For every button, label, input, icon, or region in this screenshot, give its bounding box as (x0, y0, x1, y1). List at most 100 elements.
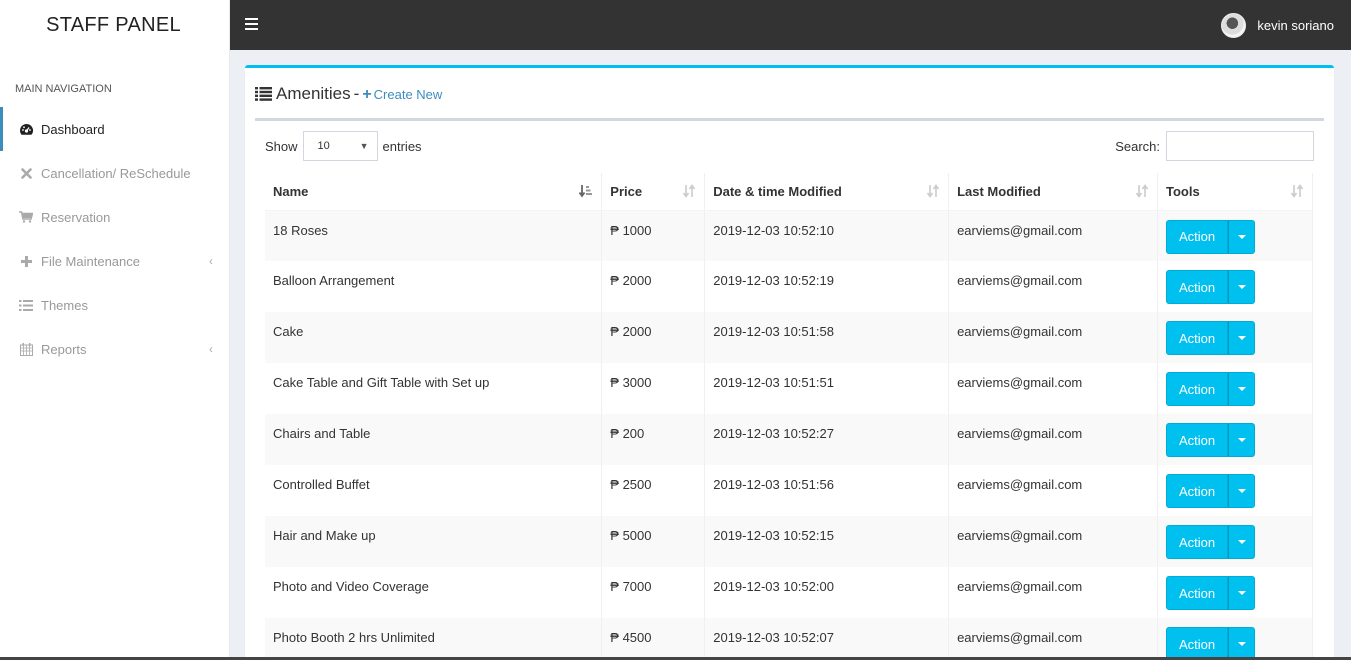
cell-name: Photo and Video Coverage (265, 567, 603, 618)
entries-select[interactable]: 10 ▼ (302, 131, 378, 161)
action-button[interactable]: Action (1166, 627, 1229, 660)
search-input[interactable] (1166, 131, 1314, 161)
sidebar-item-file-maintenance[interactable]: File Maintenance ‹ (0, 239, 229, 283)
action-button[interactable]: Action (1166, 576, 1229, 610)
action-button-group: Action (1166, 321, 1256, 355)
action-dropdown-toggle[interactable] (1228, 372, 1256, 406)
cell-name: Cake (265, 312, 603, 363)
cell-last-modified: earviems@gmail.com (948, 618, 1159, 660)
cell-date: 2019-12-03 10:52:00 (704, 567, 950, 618)
action-button[interactable]: Action (1166, 372, 1229, 406)
cell-price: ₱ 2500 (601, 465, 706, 516)
action-button-group: Action (1166, 219, 1256, 254)
caret-down-icon (1237, 234, 1246, 239)
cell-date: 2019-12-03 10:52:07 (704, 618, 950, 660)
column-header-price[interactable]: Price (601, 173, 706, 211)
action-dropdown-toggle[interactable] (1228, 576, 1256, 610)
sort-both-icon (1290, 184, 1304, 198)
cell-name: Hair and Make up (265, 516, 603, 567)
caret-down-icon (1237, 336, 1246, 340)
sidebar-item-label: Cancellation/ ReSchedule (41, 165, 191, 181)
action-dropdown-toggle[interactable] (1228, 219, 1256, 254)
entries-label: entries (382, 138, 422, 154)
action-dropdown-toggle[interactable] (1228, 321, 1256, 355)
sidebar-item-cancellation[interactable]: Cancellation/ ReSchedule (0, 151, 229, 195)
create-new-link[interactable]: + Create New (362, 85, 442, 103)
cell-name: Chairs and Table (265, 414, 603, 465)
cell-date: 2019-12-03 10:52:19 (704, 261, 950, 312)
cell-price: ₱ 3000 (601, 363, 706, 414)
sidebar-item-label: Reports (41, 341, 87, 357)
chevron-left-icon: ‹ (209, 342, 213, 356)
action-button[interactable]: Action (1166, 219, 1229, 254)
cell-tools: Action (1157, 618, 1313, 660)
action-button[interactable]: Action (1166, 321, 1229, 355)
entries-value: 10 (317, 140, 330, 152)
amenities-box: Amenities - + Create New Show 10 ▼ entri… (245, 65, 1334, 660)
sidebar-item-dashboard[interactable]: Dashboard (0, 107, 229, 151)
cell-price: ₱ 200 (601, 414, 706, 465)
cart-icon (18, 210, 34, 224)
cell-tools: Action (1157, 210, 1313, 261)
cell-tools: Action (1157, 465, 1313, 516)
cell-name: Cake Table and Gift Table with Set up (265, 363, 603, 414)
sidebar-item-themes[interactable]: Themes (0, 283, 229, 327)
column-label: Name (273, 183, 309, 199)
entries-length: Show 10 ▼ entries (265, 131, 422, 161)
cell-date: 2019-12-03 10:51:51 (704, 363, 950, 414)
cell-last-modified: earviems@gmail.com (948, 567, 1159, 618)
chevron-left-icon: ‹ (209, 254, 213, 268)
table-controls: Show 10 ▼ entries Search: (265, 130, 1314, 162)
table-header-row: Name Price Date & time Modified Last Mod… (265, 173, 1313, 211)
action-dropdown-toggle[interactable] (1228, 474, 1256, 508)
table-row: Cake ₱ 2000 2019-12-03 10:51:58 earviems… (265, 312, 1313, 363)
action-button-group: Action (1166, 372, 1256, 406)
cell-last-modified: earviems@gmail.com (948, 363, 1159, 414)
action-dropdown-toggle[interactable] (1228, 270, 1256, 304)
column-header-tools[interactable]: Tools (1157, 173, 1313, 211)
plus-icon: + (362, 85, 372, 103)
caret-down-icon (1237, 438, 1246, 442)
sidebar: STAFF PANEL MAIN NAVIGATION Dashboard Ca… (0, 0, 230, 660)
cell-date: 2019-12-03 10:51:56 (704, 465, 950, 516)
cell-last-modified: earviems@gmail.com (948, 261, 1159, 312)
action-button-group: Action (1166, 270, 1256, 304)
caret-down-icon (1237, 285, 1246, 289)
table-row: 18 Roses ₱ 1000 2019-12-03 10:52:10 earv… (265, 210, 1313, 261)
sidebar-item-reservation[interactable]: Reservation (0, 195, 229, 239)
column-header-last-modified[interactable]: Last Modified (948, 173, 1159, 211)
user-name: kevin soriano (1257, 18, 1334, 33)
brand-logo[interactable]: STAFF PANEL (0, 0, 229, 50)
sort-both-icon (926, 184, 940, 198)
cell-last-modified: earviems@gmail.com (948, 465, 1159, 516)
sort-both-icon (683, 184, 696, 198)
action-button-group: Action (1166, 525, 1256, 559)
title-separator: - (353, 83, 360, 103)
table-row: Cake Table and Gift Table with Set up ₱ … (265, 363, 1313, 414)
menu-toggle-icon[interactable] (245, 18, 258, 30)
action-dropdown-toggle[interactable] (1228, 423, 1256, 457)
action-button[interactable]: Action (1166, 423, 1229, 457)
action-button[interactable]: Action (1166, 270, 1229, 304)
dashboard-icon (18, 122, 34, 136)
action-button[interactable]: Action (1166, 525, 1229, 559)
cell-price: ₱ 1000 (601, 210, 706, 261)
action-button[interactable]: Action (1166, 474, 1229, 508)
table-body: 18 Roses ₱ 1000 2019-12-03 10:52:10 earv… (265, 210, 1313, 660)
calendar-icon (18, 342, 34, 356)
table-row: Photo and Video Coverage ₱ 7000 2019-12-… (265, 567, 1313, 618)
cell-name: 18 Roses (265, 210, 603, 261)
action-dropdown-toggle[interactable] (1228, 525, 1256, 559)
sidebar-item-reports[interactable]: Reports ‹ (0, 327, 229, 371)
cell-tools: Action (1157, 261, 1313, 312)
cell-price: ₱ 7000 (601, 567, 706, 618)
caret-down-icon (1237, 540, 1246, 544)
column-header-name[interactable]: Name (265, 173, 603, 211)
action-dropdown-toggle[interactable] (1228, 627, 1256, 660)
box-header: Amenities - + Create New (245, 68, 1334, 121)
caret-down-icon (1237, 642, 1246, 646)
column-header-date[interactable]: Date & time Modified (704, 173, 950, 211)
user-menu[interactable]: kevin soriano (1221, 13, 1334, 38)
search-filter: Search: (1115, 131, 1314, 161)
cell-price: ₱ 5000 (601, 516, 706, 567)
